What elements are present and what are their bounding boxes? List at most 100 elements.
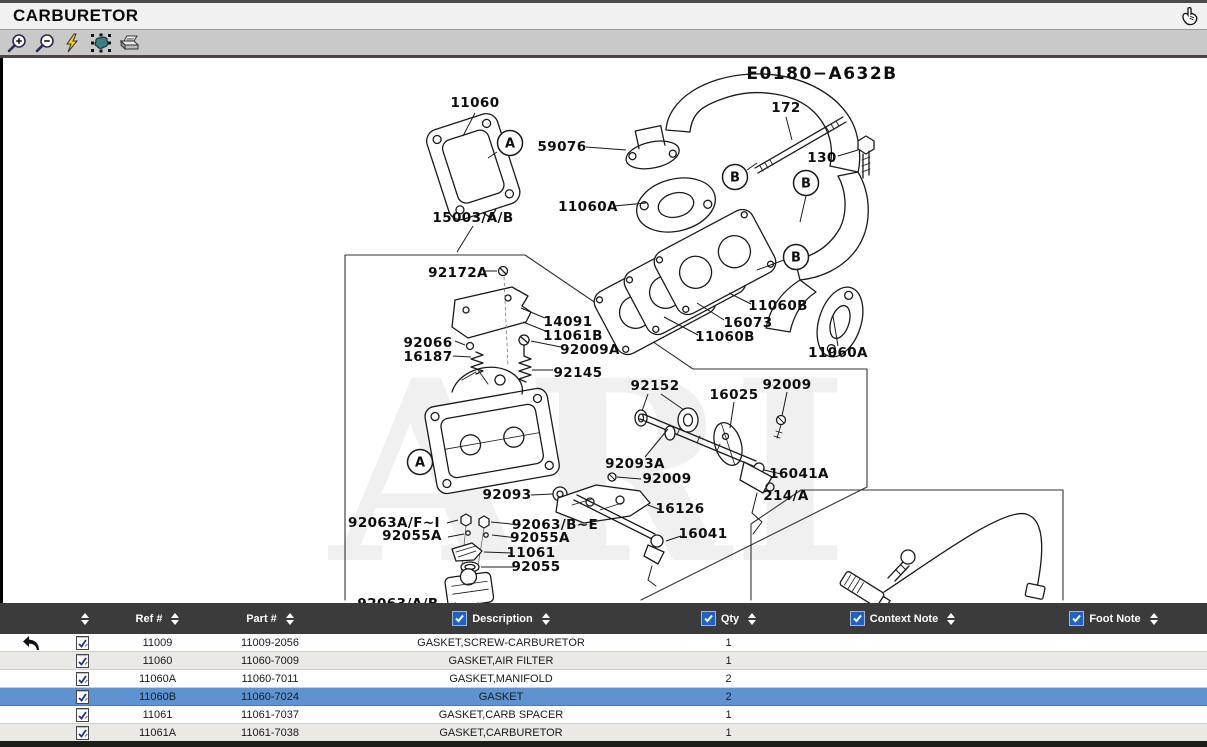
svg-text:A: A	[415, 456, 425, 471]
part-callout[interactable]: 92093	[483, 487, 532, 503]
column-header-nav	[0, 603, 60, 634]
part-callout[interactable]: 16041	[679, 526, 728, 542]
part-callout[interactable]: 59076	[538, 139, 587, 155]
diagram-canvas[interactable]: ARI	[0, 58, 1207, 603]
part-callout[interactable]: 15003/A/B	[432, 210, 513, 226]
table-body: 1100911009-2056GASKET,SCREW-CARBURETOR11…	[0, 634, 1207, 742]
foot-note-cell	[1020, 724, 1207, 741]
context-note-cell	[785, 706, 1020, 723]
table-row[interactable]: 1106011060-7009GASKET,AIR FILTER1	[0, 652, 1207, 670]
toolbar	[0, 30, 1207, 58]
part-callout[interactable]: 16041A	[769, 466, 829, 482]
column-checkbox-context[interactable]	[850, 611, 865, 626]
diagram-code-label: E0180−A632B	[746, 64, 897, 84]
description-cell: GASKET,AIR FILTER	[330, 652, 672, 669]
title-bar: CARBURETOR	[0, 0, 1207, 30]
part-callout[interactable]: 11060A	[808, 345, 868, 361]
balloon-marker: B	[784, 245, 809, 270]
row-notes-icon[interactable]	[60, 652, 105, 669]
sort-arrows-icon[interactable]	[542, 613, 550, 625]
column-header-foot[interactable]: Foot Note	[1020, 603, 1207, 634]
part-callout[interactable]: 92152	[631, 378, 680, 394]
table-row[interactable]: 1106111061-7037GASKET,CARB SPACER1	[0, 706, 1207, 724]
part-callout[interactable]: 214/A	[763, 488, 809, 504]
table-row[interactable]: 1100911009-2056GASKET,SCREW-CARBURETOR1	[0, 634, 1207, 652]
svg-text:A: A	[505, 137, 515, 152]
zoom-in-button[interactable]	[5, 32, 29, 54]
qty-cell: 1	[672, 634, 785, 651]
column-checkbox-foot[interactable]	[1069, 611, 1084, 626]
part-callout[interactable]: 16187	[404, 349, 453, 365]
ref-cell: 11009	[105, 634, 210, 651]
foot-note-cell	[1020, 634, 1207, 651]
part-callout[interactable]: 11060	[451, 95, 500, 111]
parts-table: Ref # Part # DescriptionQtyContext NoteFoo…	[0, 603, 1207, 742]
ref-cell: 11060A	[105, 670, 210, 687]
sort-arrows-icon[interactable]	[748, 613, 756, 625]
part-callout[interactable]: 92009A	[560, 342, 620, 358]
column-header-part[interactable]: Part #	[210, 603, 330, 634]
column-header-qty[interactable]: Qty	[672, 603, 785, 634]
row-notes-icon[interactable]	[60, 706, 105, 723]
sort-arrows-icon[interactable]	[171, 613, 179, 625]
ref-cell: 11060B	[105, 688, 210, 705]
part-cell: 11061-7038	[210, 724, 330, 741]
back-arrow-icon[interactable]	[0, 634, 60, 651]
row-notes-icon[interactable]	[60, 724, 105, 741]
bottom-bar	[0, 741, 1207, 747]
part-callout[interactable]: 16126	[656, 501, 705, 517]
column-header-select[interactable]	[60, 603, 105, 634]
part-callout[interactable]: 92172A	[428, 265, 488, 281]
ref-cell: 11061A	[105, 724, 210, 741]
part-callout[interactable]: 92093A	[605, 456, 665, 472]
table-row[interactable]: 11060A11060-7011GASKET,MANIFOLD2	[0, 670, 1207, 688]
page-title: CARBURETOR	[0, 6, 139, 26]
description-cell: GASKET,SCREW-CARBURETOR	[330, 634, 672, 651]
app-window: CARBURETOR	[0, 0, 1207, 747]
flash-hotspots-button[interactable]	[61, 32, 85, 54]
sort-arrows-icon[interactable]	[947, 613, 955, 625]
column-header-ref[interactable]: Ref #	[105, 603, 210, 634]
print-button[interactable]	[117, 32, 141, 54]
context-note-cell	[785, 688, 1020, 705]
description-cell: GASKET,CARBURETOR	[330, 724, 672, 741]
sort-arrows-icon[interactable]	[1150, 613, 1158, 625]
column-label: Part #	[246, 613, 277, 625]
hotspot-select-button[interactable]	[89, 32, 113, 54]
part-callout[interactable]: 172	[771, 100, 800, 116]
ref-cell: 11060	[105, 652, 210, 669]
svg-text:B: B	[801, 177, 811, 192]
sort-arrows-icon[interactable]	[286, 613, 294, 625]
part-callout[interactable]: 92055A	[510, 530, 570, 546]
svg-text:B: B	[730, 171, 740, 186]
nav-cell	[0, 670, 60, 687]
part-callout[interactable]: 92055A	[382, 528, 442, 544]
sort-arrows-icon[interactable]	[81, 613, 89, 625]
part-callout[interactable]: 92145	[554, 365, 603, 381]
column-label: Ref #	[136, 613, 163, 625]
column-header-desc[interactable]: Description	[330, 603, 672, 634]
qty-cell: 2	[672, 688, 785, 705]
column-checkbox-qty[interactable]	[701, 611, 716, 626]
balloon-marker: B	[723, 165, 748, 190]
zoom-out-button[interactable]	[33, 32, 57, 54]
row-notes-icon[interactable]	[60, 670, 105, 687]
column-header-context[interactable]: Context Note	[785, 603, 1020, 634]
table-row[interactable]: 11061A11061-7038GASKET,CARBURETOR1	[0, 724, 1207, 742]
hand-pointer-icon[interactable]	[1179, 5, 1201, 27]
column-checkbox-desc[interactable]	[452, 611, 467, 626]
qty-cell: 1	[672, 652, 785, 669]
part-callout[interactable]: 130	[807, 150, 836, 166]
table-row[interactable]: 11060B11060-7024GASKET2	[0, 688, 1207, 706]
part-callout[interactable]: 11060B	[748, 298, 808, 314]
part-callout[interactable]: 92063/A/B	[357, 596, 438, 603]
part-callout[interactable]: 16025	[710, 387, 759, 403]
part-callout[interactable]: 92055	[512, 559, 561, 575]
part-callout[interactable]: 11060A	[558, 199, 618, 215]
part-callout[interactable]: 92009	[643, 471, 692, 487]
row-notes-icon[interactable]	[60, 688, 105, 705]
part-callout[interactable]: 92009	[763, 377, 812, 393]
foot-note-cell	[1020, 670, 1207, 687]
row-notes-icon[interactable]	[60, 634, 105, 651]
part-callout[interactable]: 11060B	[695, 329, 755, 345]
